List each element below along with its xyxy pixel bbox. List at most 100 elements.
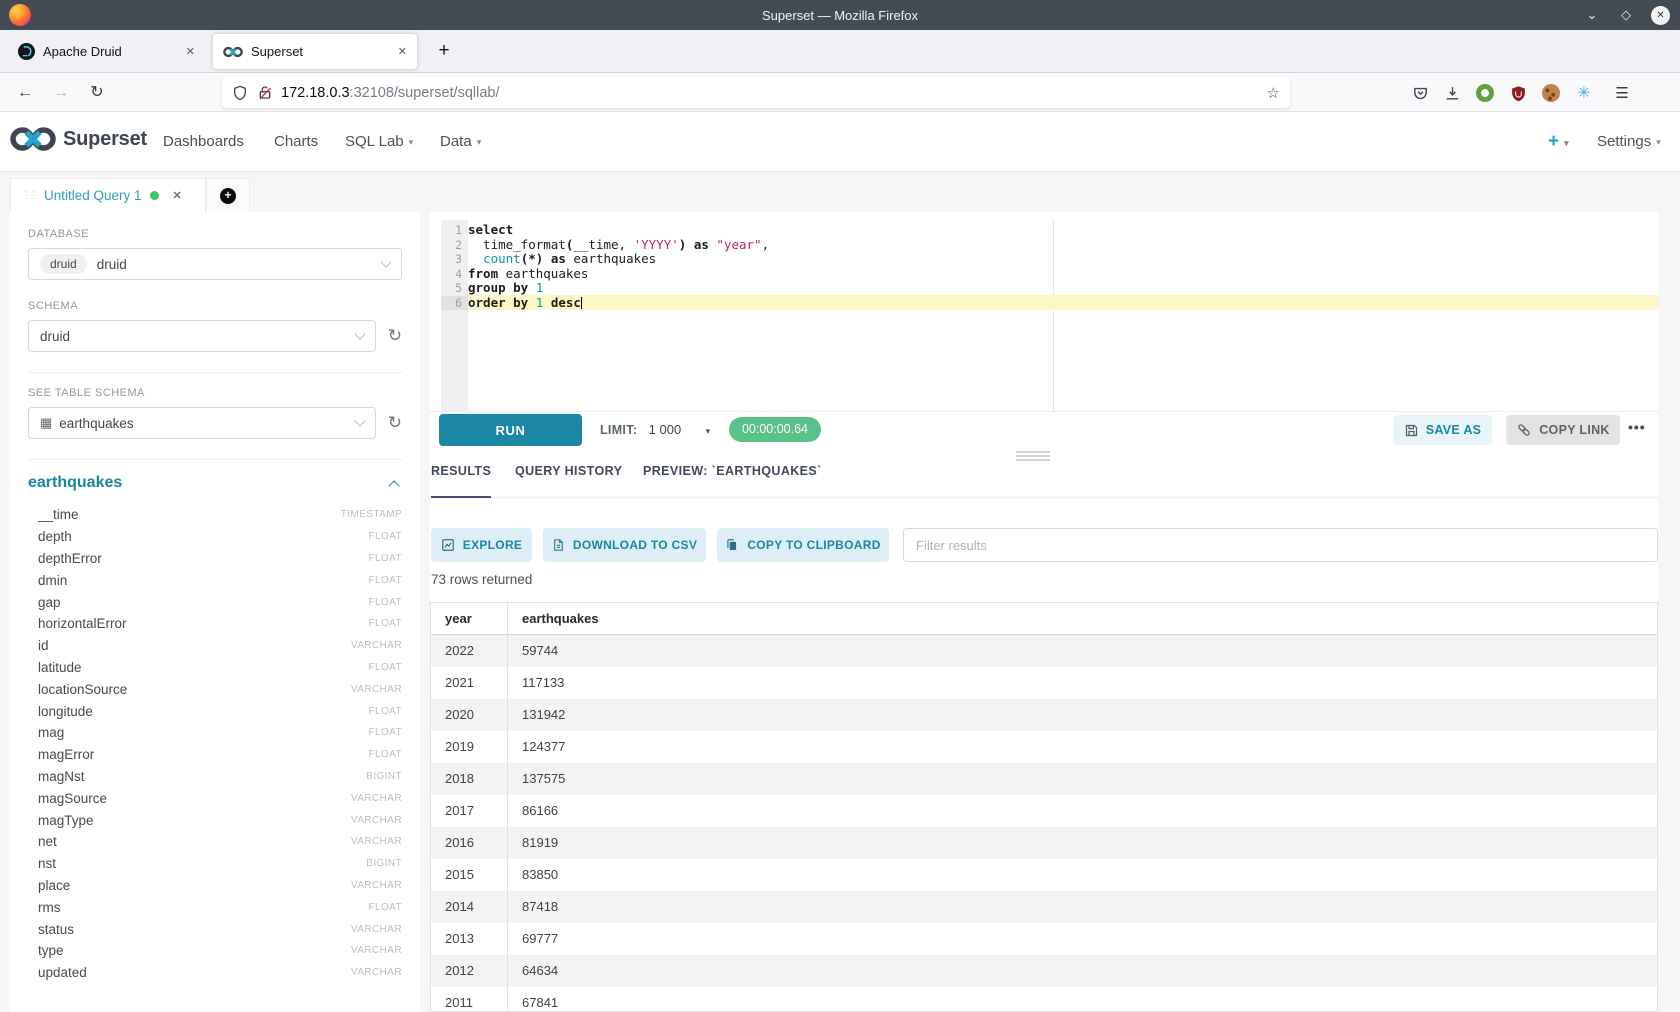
table-row[interactable]: 201583850 bbox=[431, 859, 1657, 891]
url-input[interactable]: 172.18.0.3:32108/superset/sqllab/ ☆ bbox=[222, 77, 1290, 108]
tab-query-history[interactable]: QUERY HISTORY bbox=[515, 464, 622, 498]
explore-button[interactable]: EXPLORE bbox=[431, 528, 532, 562]
limit-value: 1 000 bbox=[649, 422, 682, 437]
tab-preview-earthquakes[interactable]: PREVIEW: `EARTHQUAKES` bbox=[643, 464, 822, 498]
database-select[interactable]: druid druid bbox=[28, 248, 402, 280]
browser-tab-label: Superset bbox=[251, 44, 392, 59]
save-as-button[interactable]: SAVE AS bbox=[1393, 415, 1492, 445]
column-name: dmin bbox=[38, 573, 67, 588]
collapse-chevron-icon[interactable] bbox=[388, 480, 399, 491]
table-row[interactable]: 201786166 bbox=[431, 795, 1657, 827]
hamburger-menu-icon[interactable]: ☰ bbox=[1610, 81, 1634, 105]
close-tab-icon[interactable]: ✕ bbox=[186, 45, 195, 58]
table-row[interactable]: 201167841 bbox=[431, 987, 1657, 1012]
file-icon bbox=[552, 538, 565, 552]
column-header-year[interactable]: year bbox=[431, 603, 508, 634]
extension-asterisk-icon[interactable]: ✳ bbox=[1572, 81, 1596, 105]
browser-tab-druid[interactable]: Apache Druid ✕ bbox=[8, 34, 205, 69]
download-csv-button[interactable]: DOWNLOAD TO CSV bbox=[543, 528, 706, 562]
database-label: DATABASE bbox=[28, 228, 402, 240]
chevron-down-icon bbox=[380, 256, 391, 267]
nav-charts[interactable]: Charts bbox=[274, 112, 318, 171]
bookmark-star-icon[interactable]: ☆ bbox=[1267, 84, 1280, 102]
superset-logo[interactable]: Superset bbox=[10, 126, 147, 152]
more-actions-button[interactable]: ••• bbox=[1628, 419, 1646, 435]
refresh-table-icon[interactable]: ↻ bbox=[376, 413, 402, 433]
copy-link-button[interactable]: COPY LINK bbox=[1506, 415, 1620, 445]
cookie-extension-icon[interactable] bbox=[1539, 81, 1563, 105]
privacy-badger-icon[interactable] bbox=[1473, 81, 1497, 105]
table-row[interactable]: 2018137575 bbox=[431, 763, 1657, 795]
editor-code[interactable]: select time_format(__time, 'YYYY') as "y… bbox=[468, 220, 1658, 310]
table-row[interactable]: 2020131942 bbox=[431, 699, 1657, 731]
query-tab-title[interactable]: Untitled Query 1 bbox=[44, 188, 142, 203]
copy-clipboard-button[interactable]: COPY TO CLIPBOARD bbox=[717, 528, 889, 562]
column-type: VARCHAR bbox=[351, 815, 402, 826]
browser-tab-superset[interactable]: Superset ✕ bbox=[213, 34, 417, 69]
table-row[interactable]: 201264634 bbox=[431, 955, 1657, 987]
clipboard-icon bbox=[725, 538, 739, 552]
query-tab[interactable]: ⋮⋮ Untitled Query 1 ✕ bbox=[10, 178, 206, 212]
settings-menu[interactable]: Settings▾ bbox=[1597, 112, 1661, 171]
cell-year: 2019 bbox=[431, 731, 508, 763]
table-schema-label: SEE TABLE SCHEMA bbox=[28, 387, 402, 399]
table-row[interactable]: 201487418 bbox=[431, 891, 1657, 923]
column-header-earthquakes[interactable]: earthquakes bbox=[508, 603, 1657, 634]
add-query-tab-button[interactable]: + bbox=[206, 178, 250, 212]
table-value: earthquakes bbox=[59, 416, 133, 431]
column-type: FLOAT bbox=[369, 706, 402, 717]
ublock-icon[interactable] bbox=[1506, 81, 1530, 105]
nav-dashboards[interactable]: Dashboards bbox=[163, 112, 244, 171]
cell-earthquakes: 64634 bbox=[508, 955, 1657, 987]
column-type: VARCHAR bbox=[351, 945, 402, 956]
reload-button[interactable]: ↻ bbox=[84, 80, 110, 106]
schema-select[interactable]: druid bbox=[28, 320, 376, 352]
window-close-icon[interactable]: ✕ bbox=[1651, 6, 1670, 25]
refresh-schema-icon[interactable]: ↻ bbox=[376, 326, 402, 346]
code-line: from earthquakes bbox=[468, 267, 1658, 282]
drag-handle-icon[interactable]: ⋮⋮ bbox=[21, 190, 37, 201]
column-type: VARCHAR bbox=[351, 793, 402, 804]
sql-editor[interactable]: 123456 select time_format(__time, 'YYYY'… bbox=[430, 220, 1658, 412]
table-row[interactable]: 2019124377 bbox=[431, 731, 1657, 763]
schema-column-row: horizontalErrorFLOAT bbox=[28, 613, 402, 635]
table-row[interactable]: 2021117133 bbox=[431, 667, 1657, 699]
table-row[interactable]: 201681919 bbox=[431, 827, 1657, 859]
plus-circle-icon: + bbox=[220, 188, 236, 204]
column-type: BIGINT bbox=[366, 771, 402, 782]
add-new-button[interactable]: +▾ bbox=[1548, 112, 1569, 171]
close-tab-icon[interactable]: ✕ bbox=[398, 45, 407, 58]
run-button[interactable]: RUN bbox=[439, 414, 582, 446]
table-section-title[interactable]: earthquakes bbox=[28, 474, 122, 492]
schema-column-row: magFLOAT bbox=[28, 722, 402, 744]
pocket-icon[interactable] bbox=[1408, 81, 1432, 105]
back-button[interactable]: ← bbox=[12, 80, 38, 106]
nav-sqllab[interactable]: SQL Lab▾ bbox=[345, 112, 413, 171]
lock-broken-icon[interactable] bbox=[257, 85, 273, 101]
forward-button[interactable]: → bbox=[48, 80, 74, 106]
filter-results-input[interactable] bbox=[903, 528, 1658, 562]
cell-year: 2016 bbox=[431, 827, 508, 859]
column-type: FLOAT bbox=[369, 727, 402, 738]
window-minimize-icon[interactable]: ⌄ bbox=[1583, 7, 1601, 23]
new-tab-button[interactable]: + bbox=[430, 38, 458, 66]
downloads-icon[interactable] bbox=[1440, 81, 1464, 105]
table-row[interactable]: 202259744 bbox=[431, 635, 1657, 667]
nav-data[interactable]: Data▾ bbox=[440, 112, 481, 171]
pane-resize-handle[interactable] bbox=[1016, 451, 1050, 463]
column-name: gap bbox=[38, 595, 61, 610]
column-name: magError bbox=[38, 747, 94, 762]
window-title: Superset — Mozilla Firefox bbox=[0, 8, 1680, 23]
table-row[interactable]: 201369777 bbox=[431, 923, 1657, 955]
close-query-tab-icon[interactable]: ✕ bbox=[173, 189, 182, 202]
schema-column-row: gapFLOAT bbox=[28, 591, 402, 613]
cell-earthquakes: 69777 bbox=[508, 923, 1657, 955]
url-path: :32108/superset/sqllab/ bbox=[350, 85, 500, 101]
schema-column-row: updatedVARCHAR bbox=[28, 962, 402, 984]
gutter-line-number: 3 bbox=[441, 252, 468, 267]
table-select[interactable]: ▦ earthquakes bbox=[28, 407, 376, 439]
shield-icon[interactable] bbox=[232, 85, 248, 101]
window-maximize-icon[interactable]: ◇ bbox=[1617, 7, 1635, 23]
tab-results[interactable]: RESULTS bbox=[431, 464, 491, 498]
limit-dropdown[interactable]: LIMIT: 1 000 ▾ bbox=[600, 414, 710, 446]
